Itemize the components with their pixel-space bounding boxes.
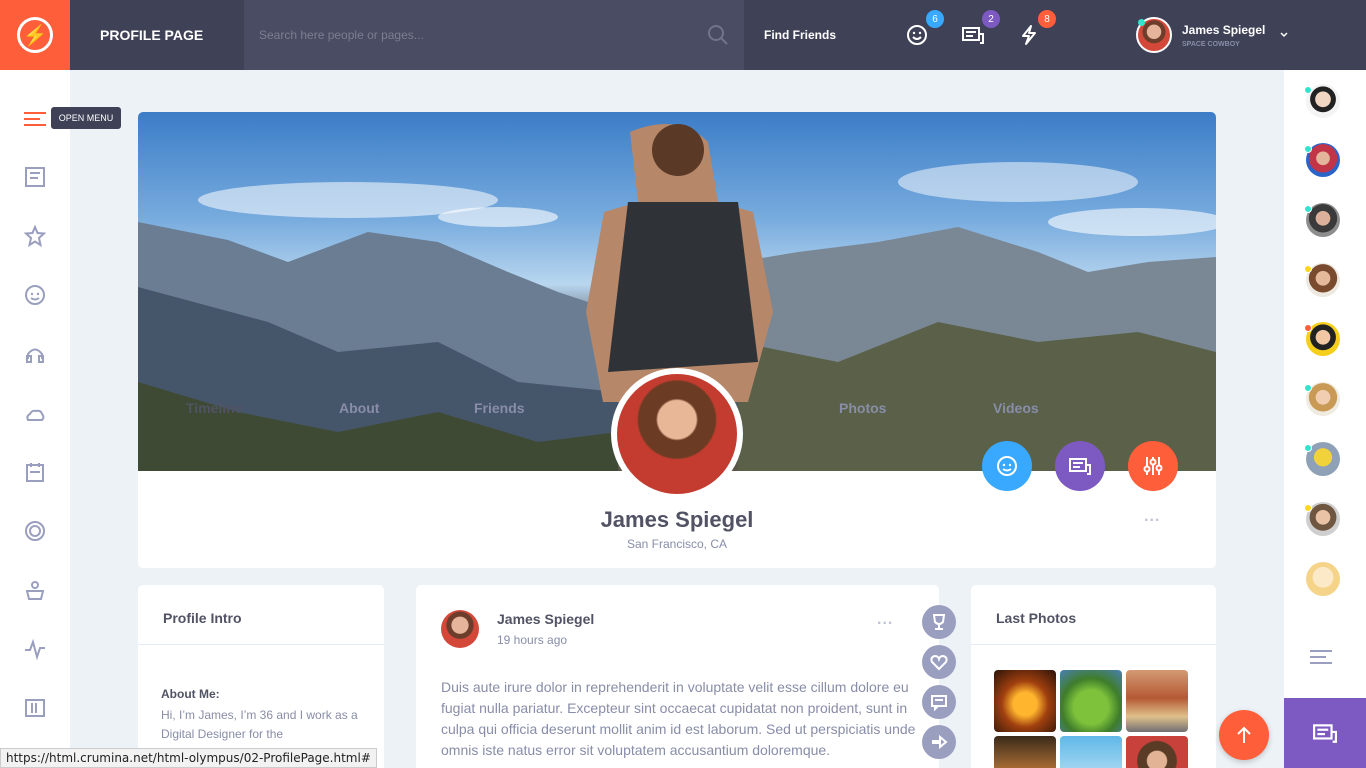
user-menu[interactable]: James Spiegel SPACE COWBOY [1136, 17, 1289, 53]
user-avatar [1136, 17, 1172, 53]
heart-icon [930, 654, 948, 671]
page-title: PROFILE PAGE [100, 27, 204, 43]
about-me-text: Hi, I’m James, I’m 36 and I work as a Di… [161, 708, 358, 741]
sliders-icon [1143, 457, 1163, 475]
online-status-dot [1304, 444, 1312, 452]
tab-videos[interactable]: Videos [993, 400, 1039, 416]
open-menu-tooltip: OPEN MENU [51, 107, 121, 129]
music-icon[interactable] [24, 343, 46, 365]
chat-icon [1313, 724, 1337, 743]
photo-thumbnail[interactable] [1126, 736, 1188, 768]
profile-intro-title: Profile Intro [138, 585, 384, 645]
post-author-name[interactable]: James Spiegel [497, 611, 594, 627]
menu-icon[interactable] [1310, 648, 1332, 671]
left-sidebar [0, 70, 70, 768]
photo-thumbnail[interactable] [1060, 736, 1122, 768]
friend-groups-icon[interactable] [24, 284, 46, 306]
more-tabs-button[interactable]: ... [1144, 508, 1160, 526]
online-status-dot [1138, 19, 1145, 26]
send-message-button[interactable] [1055, 441, 1105, 491]
comment-icon [931, 695, 947, 711]
friend-avatar[interactable] [1306, 562, 1340, 596]
notifications-badge: 8 [1038, 10, 1056, 28]
badges-icon[interactable] [24, 520, 46, 542]
third-party-icon[interactable] [24, 579, 46, 601]
user-name: James Spiegel [1182, 22, 1266, 37]
last-photos-card: Last Photos [971, 585, 1216, 768]
star-icon[interactable] [24, 225, 46, 247]
share-icon [932, 734, 948, 750]
tab-timeline[interactable]: Timeline [186, 400, 243, 416]
back-to-top-button[interactable] [1219, 710, 1269, 760]
chat-icon [962, 27, 984, 44]
photo-thumbnail[interactable] [1060, 670, 1122, 732]
top-header: ⚡ PROFILE PAGE Find Friends 6 2 8 James … [0, 0, 1366, 70]
calendar-icon[interactable] [24, 461, 46, 483]
profile-intro-card: Profile Intro About Me: Hi, I’m James, I… [138, 585, 384, 768]
menu-icon[interactable] [24, 108, 46, 130]
last-photos-title: Last Photos [971, 585, 1216, 645]
post-text: Duis aute irure dolor in reprehenderit i… [441, 679, 916, 758]
about-me-label: About Me: [161, 687, 220, 701]
photo-thumbnail[interactable] [994, 670, 1056, 732]
photo-thumbnail[interactable] [994, 736, 1056, 768]
user-status: SPACE COWBOY [1182, 40, 1240, 48]
notifications-button[interactable]: 8 [1016, 10, 1056, 48]
browser-status-url: https://html.crumina.net/html-olympus/02… [0, 748, 377, 768]
profile-settings-button[interactable] [1128, 441, 1178, 491]
trophy-button[interactable] [922, 605, 956, 639]
find-friends-link[interactable]: Find Friends [744, 0, 874, 70]
profile-location: San Francisco, CA [626, 537, 728, 551]
tab-about[interactable]: About [339, 400, 379, 416]
friend-requests-button[interactable]: 6 [904, 10, 944, 48]
manage-widgets-icon[interactable] [24, 697, 46, 719]
add-friend-button[interactable] [982, 441, 1032, 491]
online-status-dot [1304, 205, 1312, 213]
stats-icon[interactable] [24, 638, 46, 660]
weather-icon[interactable] [24, 402, 46, 424]
like-button[interactable] [922, 645, 956, 679]
post-author-avatar[interactable] [441, 610, 479, 648]
chevron-down-icon[interactable] [1279, 31, 1289, 39]
away-status-dot [1304, 265, 1312, 273]
online-status-dot [1304, 86, 1312, 94]
search-bar [244, 0, 744, 70]
post-more-button[interactable]: ... [877, 611, 893, 629]
happy-face-icon [907, 25, 927, 45]
profile-name: James Spiegel [600, 507, 754, 532]
post-card: James Spiegel 19 hours ago ... Duis aute… [416, 585, 939, 768]
happy-face-icon [997, 456, 1017, 476]
chat-icon [1069, 458, 1091, 475]
profile-avatar[interactable] [611, 368, 743, 500]
trophy-icon [932, 614, 946, 630]
tab-friends[interactable]: Friends [474, 400, 525, 416]
lightning-logo-icon: ⚡ [17, 17, 53, 53]
right-sidebar-friends [1284, 70, 1366, 768]
search-icon[interactable] [707, 24, 729, 46]
busy-status-dot [1304, 324, 1312, 332]
comment-button[interactable] [922, 685, 956, 719]
logo[interactable]: ⚡ [0, 0, 70, 70]
friend-requests-badge: 6 [926, 10, 944, 28]
lightning-icon [1022, 25, 1036, 45]
post-time: 19 hours ago [497, 633, 568, 647]
search-input[interactable] [259, 28, 679, 42]
online-status-dot [1304, 145, 1312, 153]
messages-badge: 2 [982, 10, 1000, 28]
newsfeed-icon[interactable] [24, 166, 46, 188]
messages-button[interactable]: 2 [960, 10, 1000, 48]
share-button[interactable] [922, 725, 956, 759]
arrow-up-icon [1237, 726, 1251, 743]
photo-thumbnail[interactable] [1126, 670, 1188, 732]
tab-photos[interactable]: Photos [839, 400, 886, 416]
profile-header-card: James Spiegel San Francisco, CA [138, 112, 1216, 568]
away-status-dot [1304, 504, 1312, 512]
chat-toggle-button[interactable] [1284, 698, 1366, 768]
online-status-dot [1304, 384, 1312, 392]
